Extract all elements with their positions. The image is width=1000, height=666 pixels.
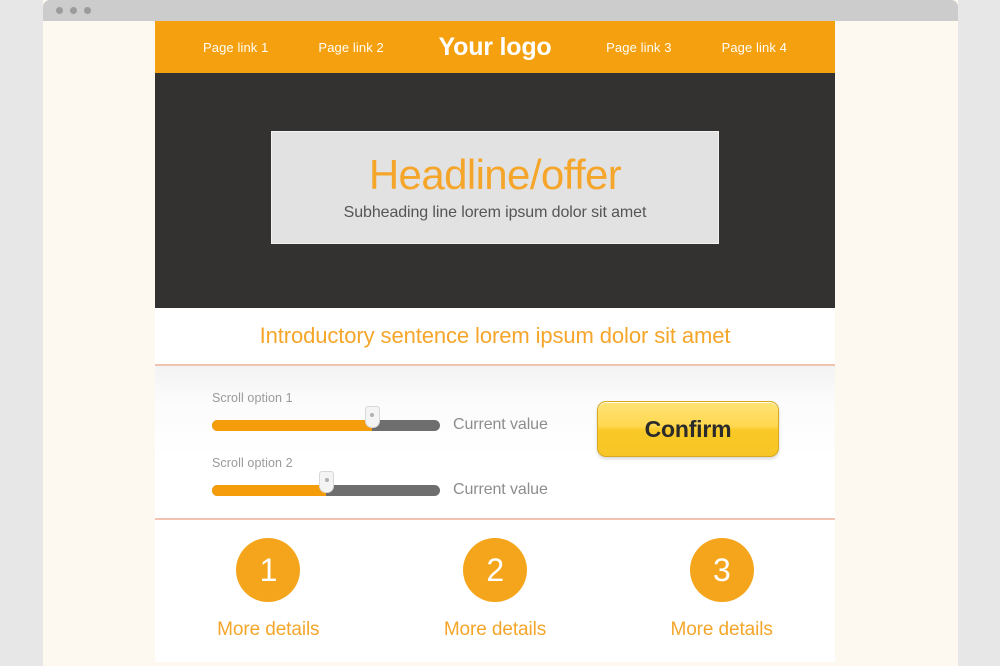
slider-2-fill (212, 484, 326, 496)
slider-2-track[interactable] (212, 470, 440, 496)
page-canvas: Page link 1 Page link 2 Your logo Page l… (43, 21, 958, 666)
content-column: Page link 1 Page link 2 Your logo Page l… (155, 21, 835, 666)
intro-strip: Introductory sentence lorem ipsum dolor … (155, 308, 835, 364)
intro-sentence: Introductory sentence lorem ipsum dolor … (259, 323, 731, 348)
slider-group-1: Scroll option 1 Current value (212, 391, 548, 434)
slider-2-line: Current value (212, 470, 548, 499)
browser-window: Page link 1 Page link 2 Your logo Page l… (43, 0, 958, 666)
step-item-3[interactable]: 3 More details (632, 538, 812, 641)
slider-1-label: Scroll option 1 (212, 391, 293, 405)
confirm-button-label: Confirm (644, 415, 732, 442)
nav-link-page-2[interactable]: Page link 2 (318, 40, 383, 55)
close-dot-icon[interactable] (56, 7, 63, 14)
nav-link-page-3[interactable]: Page link 3 (606, 40, 671, 55)
hero-subheading: Subheading line lorem ipsum dolor sit am… (343, 204, 647, 222)
slider-group-2: Scroll option 2 Current value (212, 456, 548, 499)
controls-panel: Scroll option 1 Current value Scroll opt… (155, 364, 835, 520)
site-logo[interactable]: Your logo (439, 33, 552, 62)
steps-section: 1 More details 2 More details 3 More det… (155, 520, 835, 662)
slider-2-label: Scroll option 2 (212, 456, 293, 470)
nav-link-page-1[interactable]: Page link 1 (203, 40, 268, 55)
hero-card: Headline/offer Subheading line lorem ips… (271, 131, 719, 244)
hero-banner: Headline/offer Subheading line lorem ips… (155, 73, 835, 308)
hero-headline: Headline/offer (368, 150, 622, 198)
nav-links-left: Page link 1 Page link 2 (203, 21, 384, 73)
slider-1-value: Current value (453, 416, 548, 433)
step-3-number: 3 (689, 538, 754, 602)
slider-1-fill (212, 419, 372, 431)
slider-1-track[interactable] (212, 405, 440, 431)
step-2-label[interactable]: More details (444, 619, 546, 641)
minimize-dot-icon[interactable] (70, 7, 77, 14)
slider-1-line: Current value (212, 405, 548, 434)
confirm-button[interactable]: Confirm (597, 401, 779, 457)
slider-1-handle[interactable] (364, 405, 380, 428)
step-3-label[interactable]: More details (670, 619, 772, 641)
browser-titlebar (43, 0, 958, 21)
step-1-label[interactable]: More details (217, 619, 319, 641)
step-1-number: 1 (236, 538, 301, 602)
step-item-1[interactable]: 1 More details (178, 538, 358, 641)
maximize-dot-icon[interactable] (84, 7, 91, 14)
nav-link-page-4[interactable]: Page link 4 (722, 40, 787, 55)
slider-2-handle[interactable] (319, 470, 334, 493)
nav-links-right: Page link 3 Page link 4 (606, 21, 787, 73)
site-navigation-bar: Page link 1 Page link 2 Your logo Page l… (155, 21, 835, 73)
slider-2-value: Current value (453, 481, 548, 498)
step-2-number: 2 (462, 538, 527, 602)
step-item-2[interactable]: 2 More details (405, 538, 585, 641)
